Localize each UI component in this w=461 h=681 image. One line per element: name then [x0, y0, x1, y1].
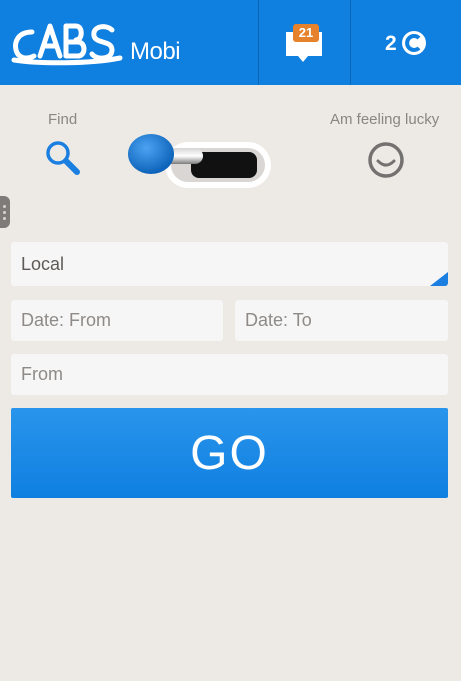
- date-to-field[interactable]: Date: To: [235, 300, 448, 341]
- cabs-logo-mark: [11, 23, 123, 66]
- find-label: Find: [48, 111, 78, 128]
- lucky-label: Am feeling lucky: [330, 111, 440, 128]
- app-logo: Mobi: [10, 18, 250, 68]
- credits-button[interactable]: 2: [351, 0, 461, 85]
- search-icon[interactable]: [43, 138, 83, 178]
- dropdown-corner-icon: [430, 272, 448, 286]
- side-drawer-handle[interactable]: [0, 196, 10, 228]
- notifications-button[interactable]: 21: [259, 0, 350, 85]
- from-location-field[interactable]: From: [11, 354, 448, 395]
- credits-value: 2: [385, 32, 397, 55]
- go-button[interactable]: GO: [11, 408, 448, 498]
- location-value: Local: [21, 253, 65, 274]
- notification-count-badge: 21: [293, 24, 319, 42]
- date-from-field[interactable]: Date: From: [11, 300, 223, 341]
- smiley-icon[interactable]: [366, 140, 406, 180]
- location-select[interactable]: Local: [11, 242, 448, 286]
- top-bar: Mobi 21 2: [0, 0, 461, 85]
- mode-toggle-switch[interactable]: [125, 130, 275, 192]
- logo-wordmark: Mobi: [130, 38, 181, 65]
- c-coin-icon: [402, 31, 426, 55]
